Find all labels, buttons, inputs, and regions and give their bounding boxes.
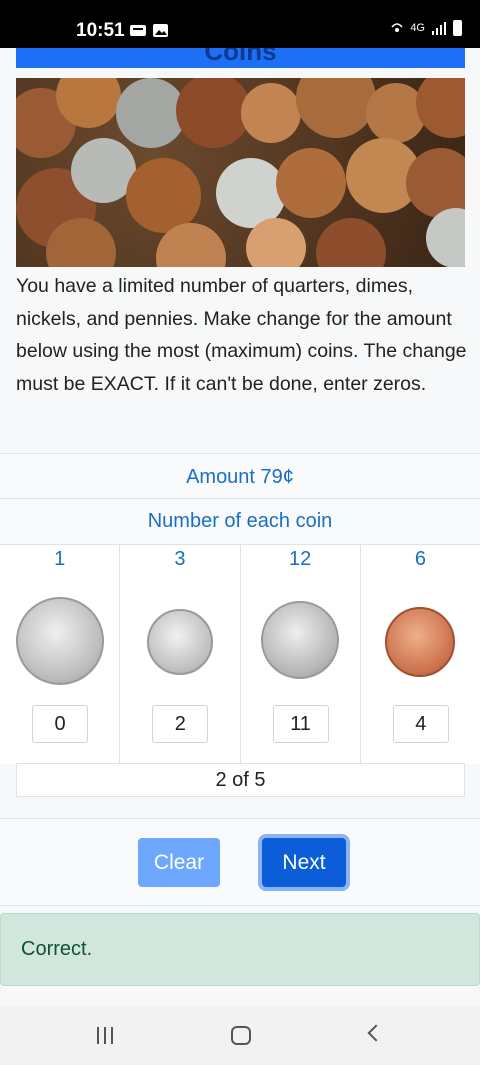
next-button[interactable]: Next xyxy=(262,838,346,887)
dime-available: 3 xyxy=(174,548,186,570)
penny-available: 6 xyxy=(414,548,426,570)
penny-input[interactable]: 4 xyxy=(392,705,449,743)
notification-icon xyxy=(130,25,146,36)
quarter-available: 1 xyxy=(54,548,66,570)
home-icon[interactable] xyxy=(231,1026,251,1045)
page-header: Coins xyxy=(16,48,465,68)
feedback-text: Correct. xyxy=(21,938,93,960)
instructions-text: You have a limited number of quarters, d… xyxy=(16,275,467,395)
dime-column: 3 2 xyxy=(120,545,241,764)
page-title: Coins xyxy=(204,48,277,66)
hotspot-icon xyxy=(391,23,403,32)
penny-column: 6 4 xyxy=(361,545,480,764)
main-content: Coins You have a limited number of quart… xyxy=(0,48,480,1006)
number-of-each-coin-label: Number of each coin xyxy=(147,510,333,532)
quarter-input[interactable]: 0 xyxy=(32,705,88,743)
dime-coin-icon xyxy=(146,609,213,675)
coin-grid: 1 0 3 2 12 11 6 4 xyxy=(0,544,480,764)
button-bar: Clear Next xyxy=(0,818,480,906)
dime-input[interactable]: 2 xyxy=(152,705,209,743)
penny-coin-icon xyxy=(385,607,456,677)
progress-indicator: 2 of 5 xyxy=(16,763,465,797)
recents-icon[interactable] xyxy=(97,1027,113,1044)
gallery-icon xyxy=(153,24,168,37)
nickel-available: 12 xyxy=(289,548,312,570)
network-label: 4G xyxy=(410,22,425,34)
status-time: 10:51 xyxy=(76,20,125,41)
nickel-column: 12 11 xyxy=(241,545,361,764)
status-icons: 4G xyxy=(390,20,462,36)
amount-row: Amount 79¢ xyxy=(0,453,480,499)
feedback-alert: Correct. xyxy=(0,913,480,986)
quarter-column: 1 0 xyxy=(0,545,121,764)
coin-count-header: Number of each coin xyxy=(0,498,480,544)
signal-icon xyxy=(432,22,446,35)
back-icon[interactable] xyxy=(367,1024,385,1042)
quarter-coin-icon xyxy=(15,597,104,685)
nickel-input[interactable]: 11 xyxy=(272,705,329,743)
coins-photo xyxy=(16,78,465,267)
system-nav-bar xyxy=(0,1006,480,1065)
amount-label: Amount 79¢ xyxy=(186,466,294,488)
clear-button[interactable]: Clear xyxy=(138,838,220,887)
nickel-coin-icon xyxy=(261,601,340,679)
battery-icon xyxy=(453,20,462,36)
